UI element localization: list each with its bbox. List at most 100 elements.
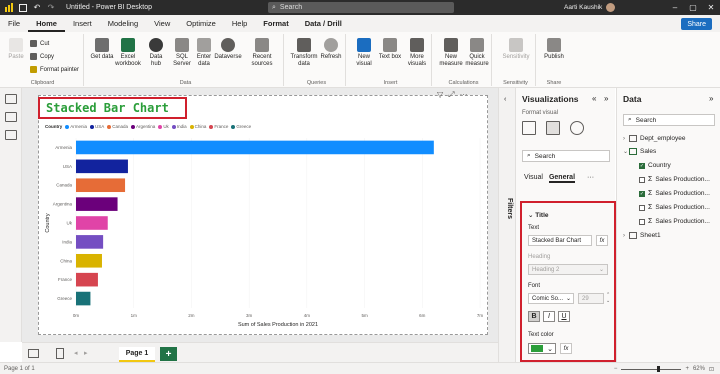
- menu-optimize[interactable]: Optimize: [178, 19, 224, 32]
- collapse-pane-icon[interactable]: «: [592, 94, 596, 103]
- format-painter-button[interactable]: Format painter: [30, 66, 79, 73]
- font-size-input[interactable]: 29: [578, 293, 604, 304]
- text-box-button[interactable]: Text box: [378, 38, 402, 61]
- menu-modeling[interactable]: Modeling: [100, 19, 146, 32]
- color-fx-button[interactable]: fx: [560, 343, 572, 354]
- page-tab-1[interactable]: Page 1: [119, 347, 155, 362]
- maximize-icon[interactable]: ▢: [684, 3, 702, 12]
- close-icon[interactable]: ✕: [702, 3, 720, 12]
- legend-item[interactable]: China: [189, 124, 206, 129]
- bar-usa[interactable]: [76, 159, 128, 174]
- menu-help[interactable]: Help: [224, 19, 255, 32]
- menu-insert[interactable]: Insert: [65, 19, 100, 32]
- bar-armenia[interactable]: [76, 140, 434, 155]
- table-sales[interactable]: ⌄ Sales: [623, 148, 656, 155]
- field-sales-production-4[interactable]: Σ Sales Production...: [639, 218, 710, 225]
- tab-general[interactable]: General: [548, 174, 576, 183]
- field-sales-production-1[interactable]: Σ Sales Production...: [639, 176, 710, 183]
- more-visuals-button[interactable]: More visuals: [404, 38, 430, 68]
- sql-server-button[interactable]: SQL Server: [170, 38, 194, 68]
- quick-measure-button[interactable]: Quick measure: [464, 38, 490, 68]
- get-data-button[interactable]: Get data: [90, 38, 114, 61]
- user-account[interactable]: Aarti Kaushik: [564, 0, 616, 15]
- font-family-select[interactable]: Comic So... ⌄: [528, 293, 574, 304]
- fit-page-icon[interactable]: ⊡: [709, 366, 714, 373]
- focus-mode-icon[interactable]: ⤢: [448, 90, 454, 100]
- checkbox[interactable]: [639, 218, 645, 225]
- undo-icon[interactable]: ↶: [32, 3, 42, 13]
- publish-button[interactable]: Publish: [542, 38, 566, 61]
- checkbox-checked[interactable]: ✓: [639, 162, 645, 169]
- italic-button[interactable]: I: [543, 311, 555, 322]
- checkbox[interactable]: [639, 176, 645, 183]
- table-sheet1[interactable]: › Sheet1: [623, 232, 661, 239]
- more-options-icon[interactable]: ···: [587, 174, 594, 183]
- menu-format[interactable]: Format: [255, 19, 296, 32]
- desktop-view-icon[interactable]: [28, 349, 39, 358]
- build-visual-icon[interactable]: [522, 121, 536, 135]
- expand-pane-icon[interactable]: »: [604, 94, 608, 103]
- more-options-icon[interactable]: ···: [460, 90, 468, 100]
- expand-filters-icon[interactable]: ‹: [504, 96, 506, 103]
- zoom-out-icon[interactable]: −: [614, 366, 618, 372]
- zoom-slider[interactable]: [621, 365, 682, 372]
- legend-item[interactable]: Canada: [107, 124, 128, 129]
- checkbox-checked[interactable]: ✓: [639, 190, 645, 197]
- new-measure-button[interactable]: New measure: [438, 38, 464, 68]
- field-sales-production-2[interactable]: ✓ Σ Sales Production...: [639, 190, 710, 197]
- expand-pane-icon[interactable]: »: [709, 94, 713, 103]
- enter-data-button[interactable]: Enter data: [192, 38, 216, 68]
- menu-home[interactable]: Home: [28, 19, 65, 32]
- dataverse-button[interactable]: Dataverse: [214, 38, 242, 61]
- redo-icon[interactable]: ↷: [46, 3, 56, 13]
- legend-item[interactable]: USA: [90, 124, 104, 129]
- new-visual-button[interactable]: New visual: [352, 38, 376, 68]
- bar-uk[interactable]: [76, 216, 108, 230]
- text-color-picker[interactable]: ⌄: [528, 343, 556, 354]
- table-dept-employee[interactable]: › Dept_employee: [623, 135, 686, 142]
- add-page-button[interactable]: +: [160, 347, 177, 361]
- data-search-input[interactable]: ⌕ Search: [623, 114, 715, 126]
- save-icon[interactable]: [18, 3, 28, 13]
- zoom-knob[interactable]: [657, 365, 661, 372]
- prev-page-icon[interactable]: ◂: [74, 349, 78, 357]
- legend-item[interactable]: India: [171, 124, 187, 129]
- menu-view[interactable]: View: [146, 19, 178, 32]
- minimize-icon[interactable]: –: [666, 3, 684, 12]
- report-view-icon[interactable]: [4, 94, 17, 104]
- table-view-icon[interactable]: [4, 112, 17, 122]
- filter-icon[interactable]: ▽: [437, 90, 443, 100]
- legend-item[interactable]: Armenia: [65, 124, 87, 129]
- format-search-input[interactable]: ⌕ Search: [522, 150, 610, 162]
- font-size-stepper-icon[interactable]: ⌃ ⌄: [606, 292, 610, 304]
- copy-button[interactable]: Copy: [30, 53, 54, 60]
- mobile-view-icon[interactable]: [56, 348, 64, 359]
- data-hub-button[interactable]: Data hub: [144, 38, 168, 68]
- transform-data-button[interactable]: Transform data: [290, 38, 318, 68]
- heading-select[interactable]: Heading 2 ⌄: [528, 264, 608, 275]
- paste-button[interactable]: Paste: [4, 38, 28, 61]
- checkbox[interactable]: [639, 204, 645, 211]
- cut-button[interactable]: Cut: [30, 40, 49, 47]
- legend-item[interactable]: Uk: [158, 124, 169, 129]
- search-box[interactable]: ⌕ Search: [268, 2, 454, 13]
- legend-item[interactable]: Greece: [231, 124, 251, 129]
- field-country[interactable]: ✓ Country: [639, 162, 671, 169]
- refresh-button[interactable]: Refresh: [319, 38, 343, 61]
- tab-visual[interactable]: Visual: [524, 174, 543, 183]
- zoom-in-icon[interactable]: +: [685, 366, 689, 372]
- bar-canada[interactable]: [76, 178, 126, 193]
- recent-sources-button[interactable]: Recent sources: [248, 38, 276, 68]
- bar-india[interactable]: [76, 235, 104, 249]
- sensitivity-button[interactable]: Sensitivity: [500, 38, 532, 61]
- filters-pane-collapsed[interactable]: ‹ Filters: [498, 88, 515, 362]
- format-visual-icon[interactable]: [546, 121, 560, 135]
- legend-item[interactable]: France: [209, 124, 228, 129]
- title-section-header[interactable]: ⌄ Title: [528, 211, 549, 219]
- bold-button[interactable]: B: [528, 311, 540, 322]
- menu-data-drill[interactable]: Data / Drill: [297, 19, 350, 32]
- legend-item[interactable]: Argentina: [131, 124, 155, 129]
- analytics-icon[interactable]: [570, 121, 584, 135]
- field-sales-production-3[interactable]: Σ Sales Production...: [639, 204, 710, 211]
- share-button[interactable]: Share: [681, 18, 712, 30]
